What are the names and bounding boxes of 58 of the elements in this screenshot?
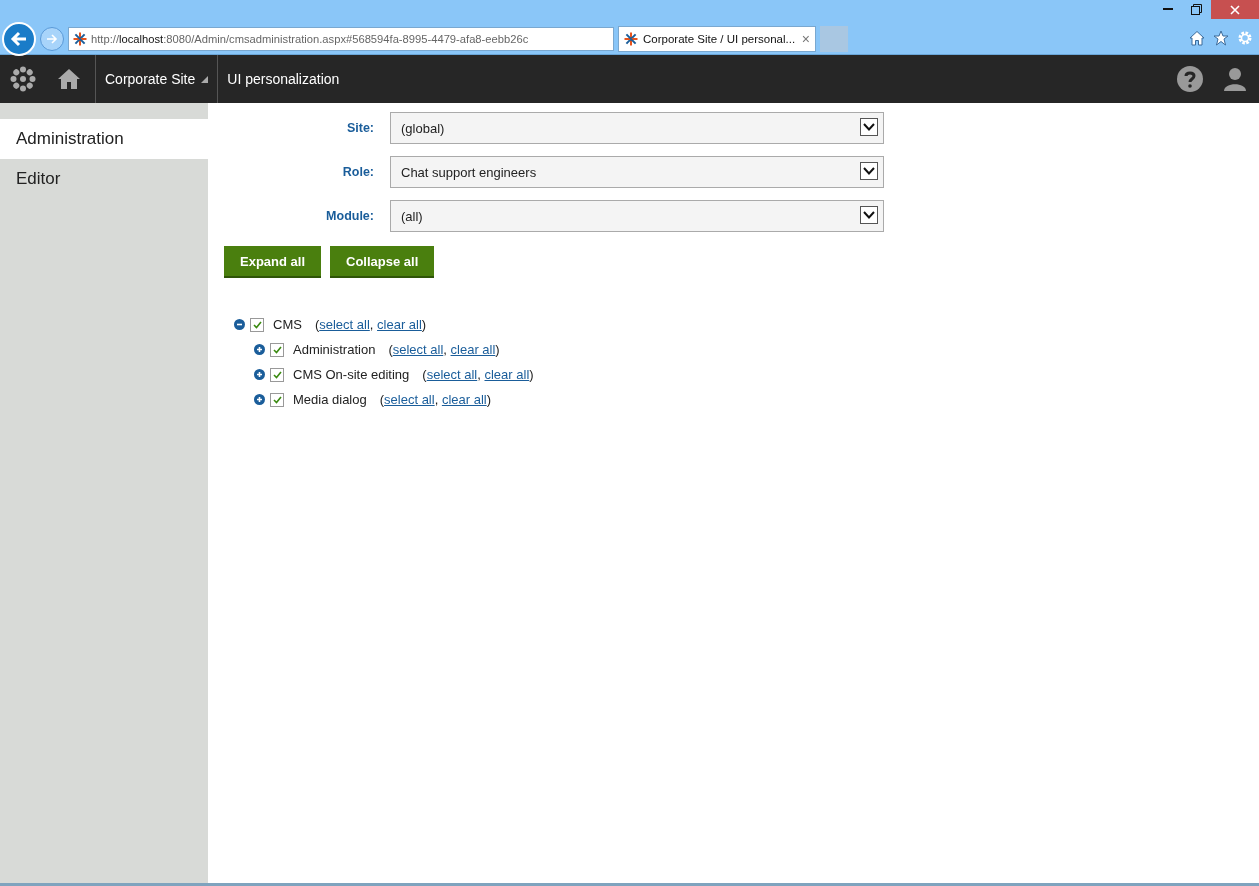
close-icon	[1230, 4, 1240, 15]
checkbox[interactable]	[270, 342, 284, 357]
asterisk-logo-icon	[624, 32, 638, 46]
field-label: Role:	[341, 165, 374, 179]
caret-icon	[201, 75, 209, 83]
browser-tab[interactable]: Corporate Site / UI personal... ×	[618, 26, 816, 52]
parenthesis: )	[495, 342, 500, 357]
tree-node-label: CMS On-site editing	[293, 367, 410, 382]
tree-node-label: Administration	[293, 342, 376, 357]
field-label: Module:	[325, 209, 374, 223]
sidebar-item[interactable]: Administration	[0, 119, 208, 159]
sidebar-item[interactable]: Editor	[0, 159, 208, 199]
arrow-right-icon	[46, 34, 58, 44]
tree-node-label: CMS	[273, 317, 302, 332]
select-all-link[interactable]: select all	[319, 317, 370, 332]
expand-icon[interactable]	[254, 394, 265, 405]
expand-icon[interactable]	[254, 344, 265, 355]
dropdown[interactable]: (all)	[390, 200, 884, 232]
user-icon[interactable]	[1223, 67, 1247, 91]
expand-icon[interactable]	[254, 369, 265, 380]
chevron-down-icon	[863, 167, 875, 175]
collapse-all-button[interactable]: Collapse all	[330, 246, 435, 278]
collapse-icon[interactable]	[234, 319, 245, 330]
dropdown[interactable]: Chat support engineers	[390, 156, 884, 188]
help-icon[interactable]	[1177, 66, 1203, 92]
checkbox[interactable]	[270, 367, 284, 382]
checkbox[interactable]	[270, 392, 284, 407]
tree-node-label: Media dialog	[293, 392, 367, 407]
comma: ,	[369, 317, 375, 332]
breadcrumb: UI personalization	[226, 70, 341, 89]
comma: ,	[443, 342, 448, 357]
chevron-down-icon	[863, 123, 875, 131]
address-bar[interactable]: http://localhost:8080/Admin/cmsadministration.aspx#568594fa-8995-4479-afa8-eebb26c	[68, 27, 614, 51]
parenthesis: )	[529, 367, 534, 382]
select-all-link[interactable]: select all	[384, 392, 435, 407]
comma: ,	[434, 392, 440, 407]
back-button[interactable]	[2, 22, 36, 56]
comma: ,	[477, 367, 482, 382]
parenthesis: (	[379, 392, 385, 407]
star-icon[interactable]	[1213, 30, 1229, 46]
chevron-down-icon	[863, 211, 875, 219]
arrow-left-icon	[10, 31, 28, 47]
parenthesis: (	[388, 342, 393, 357]
restore-icon	[1190, 4, 1202, 15]
parenthesis: )	[421, 317, 427, 332]
clear-all-link[interactable]: clear all	[377, 317, 422, 332]
expand-all-button[interactable]: Expand all	[224, 246, 322, 278]
parenthesis: (	[314, 317, 320, 332]
home-icon[interactable]	[1189, 30, 1205, 46]
field-label: Site:	[345, 121, 374, 135]
clear-all-link[interactable]: clear all	[441, 392, 487, 407]
forward-button[interactable]	[40, 27, 64, 51]
parenthesis: )	[486, 392, 491, 407]
asterisk-logo-icon	[73, 32, 87, 46]
checkbox[interactable]	[250, 317, 264, 332]
minimize-icon	[1163, 8, 1173, 11]
parenthesis: (	[422, 367, 427, 382]
dropdown[interactable]: (global)	[390, 112, 884, 144]
